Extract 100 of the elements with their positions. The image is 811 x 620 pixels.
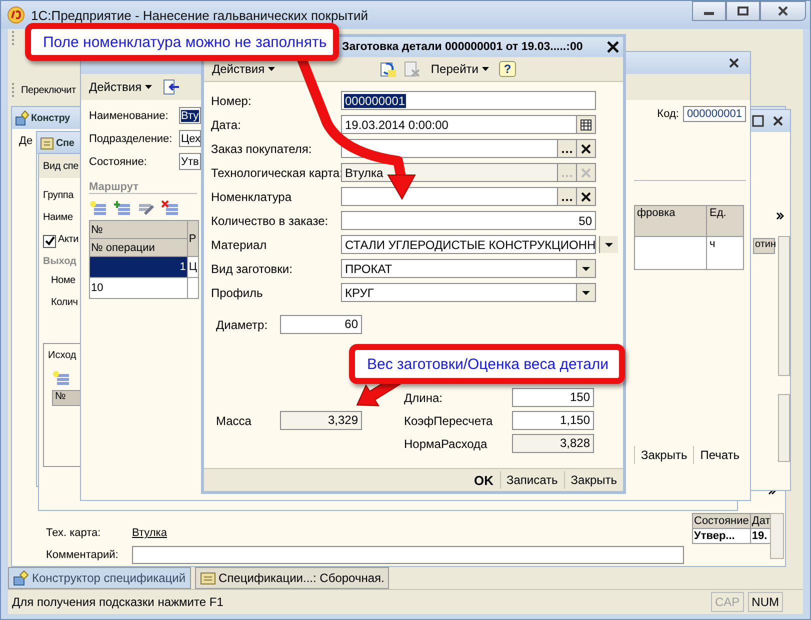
- app-logo-icon: [7, 6, 25, 24]
- field-label: Профиль: [211, 286, 264, 300]
- dialog-title: Заготовка детали 000000001 от 19.03.....:00: [342, 41, 583, 53]
- field-label: Материал: [211, 238, 268, 252]
- window-tab[interactable]: Конструктор спецификаций: [8, 567, 191, 589]
- field-label: Код:: [657, 108, 679, 120]
- menu-item[interactable]: Де: [19, 135, 33, 147]
- close-icon: [777, 6, 789, 16]
- field-label: Масса: [216, 414, 252, 428]
- ellipsis-icon[interactable]: [557, 188, 576, 205]
- footer-button[interactable]: Печать: [693, 446, 746, 464]
- comment-field[interactable]: [132, 546, 684, 564]
- clear-icon[interactable]: [576, 140, 595, 157]
- close-button[interactable]: [760, 1, 806, 21]
- input-field[interactable]: 150: [512, 388, 594, 407]
- field-label: Колич: [50, 297, 78, 310]
- field-label: КоэфПересчета: [404, 414, 494, 428]
- footer-button[interactable]: Закрыть: [634, 446, 694, 464]
- actions-menu-button[interactable]: Действия: [85, 79, 156, 95]
- field-label: Наиме: [43, 212, 73, 225]
- scrollbar[interactable]: [778, 394, 790, 462]
- input-field[interactable]: 19.03.2014 0:00:00: [341, 115, 596, 134]
- input-field[interactable]: 3,329: [280, 411, 362, 430]
- field-label: Состояние:: [89, 156, 148, 168]
- table-cell[interactable]: [187, 278, 198, 298]
- field-label: Комментарий:: [46, 549, 120, 561]
- field-label: Длина:: [404, 390, 444, 404]
- clear-icon[interactable]: [576, 188, 595, 205]
- refresh-document-icon[interactable]: [378, 60, 397, 78]
- field-label: Группа: [43, 190, 74, 203]
- field-label: Количество в заказе:: [211, 214, 330, 228]
- delete-rows-icon[interactable]: [161, 200, 179, 216]
- input-field[interactable]: 1,150: [512, 411, 594, 430]
- field-label: Технологическая карта:: [211, 166, 341, 180]
- constructor-icon: [13, 570, 29, 586]
- toolbar-label[interactable]: Переключит: [21, 84, 76, 96]
- close-icon[interactable]: [772, 115, 784, 127]
- footer-button[interactable]: Закрыть: [564, 471, 623, 489]
- close-icon[interactable]: [728, 57, 740, 69]
- maximize-button[interactable]: [726, 1, 760, 21]
- input-field[interactable]: Цех: [179, 130, 201, 147]
- scrollbar[interactable]: [778, 236, 790, 376]
- field-label: НормаРасхода: [404, 436, 488, 450]
- status-text: Для получения подсказки нажмите F1: [12, 595, 224, 609]
- minimize-button[interactable]: [692, 1, 726, 21]
- column-header: Ед.: [706, 206, 744, 236]
- input-field[interactable]: 000000001: [341, 91, 596, 110]
- window-tab[interactable]: Спецификации...: Сборочная.: [194, 567, 390, 589]
- document-arrow-icon[interactable]: [162, 79, 180, 95]
- form-title: Вид спе: [43, 160, 78, 172]
- input-field[interactable]: [341, 139, 596, 158]
- table-cell[interactable]: 1: [90, 256, 188, 278]
- input-field[interactable]: Утв: [179, 153, 201, 170]
- window-title: Спе: [56, 138, 74, 148]
- calendar-icon[interactable]: [576, 116, 595, 133]
- ellipsis-icon[interactable]: [557, 140, 576, 157]
- plus-rows-icon[interactable]: [113, 200, 131, 216]
- field-label: Диаметр:: [216, 318, 269, 332]
- help-button[interactable]: ?: [498, 61, 516, 77]
- actions-menu-button[interactable]: Действия: [208, 61, 279, 77]
- tech-card-link[interactable]: Втулка: [132, 527, 167, 539]
- checkbox-label: Акти: [58, 234, 79, 247]
- scrollbar[interactable]: [770, 513, 784, 559]
- key-indicator: CAP: [710, 592, 744, 612]
- field-label: Дата:: [211, 118, 242, 132]
- input-field[interactable]: 60: [280, 315, 362, 334]
- caret-icon: [144, 85, 152, 90]
- field-label: Наименование:: [89, 110, 170, 122]
- field-label: Заказ покупателя:: [211, 142, 313, 156]
- folder-icon: [200, 571, 216, 585]
- column-header: № операции: [90, 238, 188, 256]
- input-field[interactable]: КРУГ: [341, 283, 596, 302]
- close-icon[interactable]: [607, 41, 619, 53]
- tab[interactable]: Исход: [48, 350, 76, 361]
- field-label: Тех. карта:: [46, 527, 102, 539]
- input-field[interactable]: [341, 187, 596, 206]
- checkbox[interactable]: [43, 234, 56, 248]
- input-field[interactable]: Вту: [179, 107, 201, 124]
- input-field[interactable]: 3,828: [512, 434, 594, 453]
- chevron-right-icon[interactable]: [776, 212, 784, 220]
- field-label: Номенклатура: [211, 190, 293, 204]
- input-field[interactable]: 50: [341, 211, 596, 230]
- footer-button[interactable]: Записать: [500, 471, 564, 489]
- field-label: Номер:: [211, 94, 252, 108]
- folder-icon: [40, 136, 54, 150]
- field-label: Вид заготовки:: [211, 262, 294, 276]
- field-label: Номе: [50, 275, 76, 288]
- maximize-icon[interactable]: [752, 115, 764, 127]
- section-title: Выход: [43, 256, 76, 267]
- footer-button[interactable]: OK: [468, 470, 500, 490]
- constructor-icon: [15, 110, 29, 126]
- restore-icon: [737, 6, 749, 16]
- table-cell[interactable]: Ц: [187, 256, 198, 278]
- input-field[interactable]: ПРОКАТ: [341, 259, 596, 278]
- table-cell[interactable]: 10: [90, 278, 188, 298]
- callout-note: Поле номенклатура можно не заполнять: [25, 23, 339, 61]
- section-title: Маршрут: [89, 181, 197, 194]
- code-field[interactable]: 000000001: [682, 106, 746, 122]
- column-header: №: [90, 220, 188, 238]
- goto-menu-button[interactable]: Перейти: [426, 61, 493, 77]
